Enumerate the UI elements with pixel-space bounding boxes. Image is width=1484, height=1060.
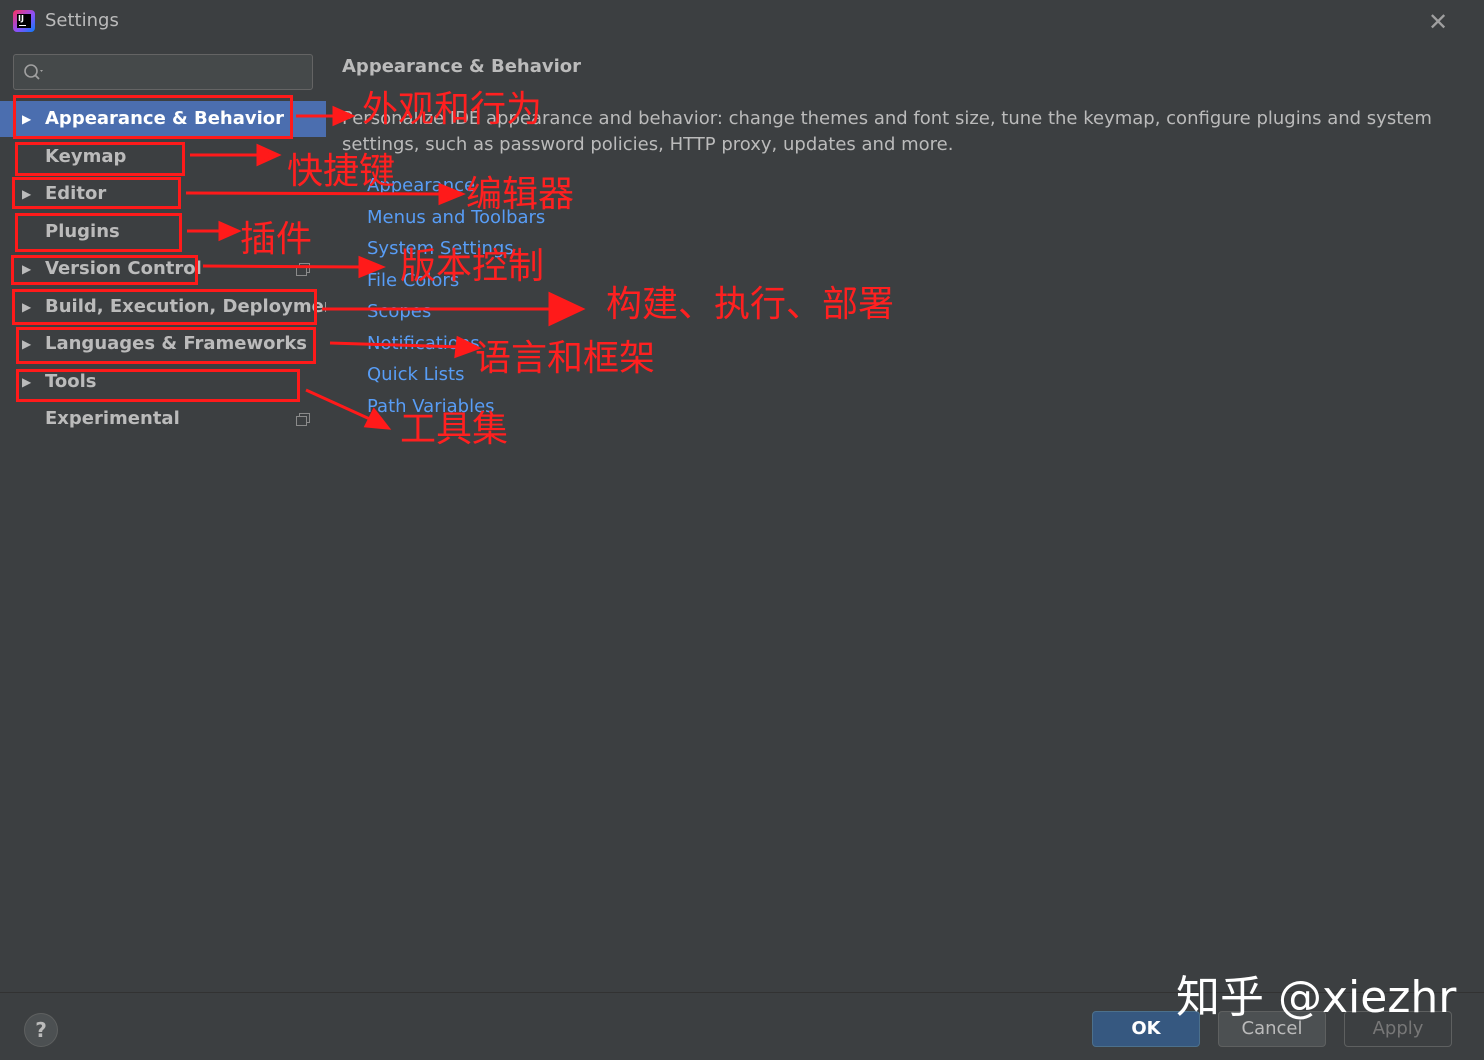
- sidebar-item-experimental[interactable]: Experimental: [0, 401, 326, 437]
- expand-arrow-icon[interactable]: ▶: [22, 176, 31, 212]
- link-file-colors[interactable]: File Colors: [367, 270, 459, 291]
- sidebar-item-languages-frameworks[interactable]: ▶ Languages & Frameworks: [0, 326, 326, 362]
- settings-sidebar: ▶ Appearance & Behavior Keymap ▶ Editor …: [0, 42, 345, 992]
- sidebar-item-label: Build, Execution, Deployment: [45, 296, 346, 317]
- sidebar-item-version-control[interactable]: ▶ Version Control: [0, 251, 326, 287]
- link-scopes[interactable]: Scopes: [367, 301, 431, 322]
- expand-arrow-icon[interactable]: ▶: [22, 326, 31, 362]
- expand-arrow-icon[interactable]: ▶: [22, 251, 31, 287]
- sidebar-item-label: Version Control: [45, 258, 202, 279]
- link-path-variables[interactable]: Path Variables: [367, 396, 495, 417]
- app-icon-text: IJ: [18, 14, 24, 23]
- sidebar-item-label: Languages & Frameworks: [45, 333, 308, 354]
- sidebar-item-editor[interactable]: ▶ Editor: [0, 176, 326, 212]
- page-description: Personalize IDE appearance and behavior:…: [342, 108, 1432, 155]
- ok-button[interactable]: OK: [1092, 1011, 1200, 1047]
- sidebar-item-label: Tools: [45, 371, 97, 392]
- link-quick-lists[interactable]: Quick Lists: [367, 364, 464, 385]
- settings-search-input[interactable]: [54, 59, 304, 85]
- project-level-icon: [296, 263, 310, 276]
- sidebar-item-label: Editor: [45, 183, 107, 204]
- link-menus-and-toolbars[interactable]: Menus and Toolbars: [367, 207, 545, 228]
- apply-button[interactable]: Apply: [1344, 1011, 1452, 1047]
- close-icon[interactable]: ✕: [1424, 8, 1452, 36]
- project-level-icon: [296, 413, 310, 426]
- page-title: Appearance & Behavior: [342, 56, 582, 77]
- intellij-app-icon: IJ: [13, 10, 35, 32]
- search-icon[interactable]: [22, 61, 46, 83]
- settings-search-box[interactable]: [13, 54, 313, 90]
- sidebar-item-appearance-behavior[interactable]: ▶ Appearance & Behavior: [0, 101, 326, 137]
- expand-arrow-icon[interactable]: ▶: [22, 289, 31, 325]
- sidebar-item-label: Experimental: [45, 408, 180, 429]
- link-notifications[interactable]: Notifications: [367, 333, 480, 354]
- expand-arrow-icon[interactable]: ▶: [22, 101, 31, 137]
- expand-arrow-icon[interactable]: ▶: [22, 364, 31, 400]
- link-system-settings[interactable]: System Settings: [367, 238, 514, 259]
- sidebar-item-plugins[interactable]: Plugins: [0, 214, 326, 250]
- settings-content-panel: Appearance & Behavior Personalize IDE ap…: [326, 42, 1484, 992]
- title-bar: IJ Settings ✕: [0, 0, 1484, 42]
- sidebar-item-label: Keymap: [45, 146, 127, 167]
- link-appearance[interactable]: Appearance: [367, 175, 475, 196]
- dialog-footer: ? OK Cancel Apply: [0, 992, 1484, 1060]
- sidebar-item-build-execution-deployment[interactable]: ▶ Build, Execution, Deployment: [0, 289, 345, 325]
- sidebar-item-label: Appearance & Behavior: [45, 108, 285, 129]
- window-title: Settings: [45, 10, 119, 31]
- sidebar-item-tools[interactable]: ▶ Tools: [0, 364, 326, 400]
- help-button[interactable]: ?: [24, 1013, 58, 1047]
- sidebar-item-keymap[interactable]: Keymap: [0, 139, 326, 175]
- sidebar-item-label: Plugins: [45, 221, 120, 242]
- cancel-button[interactable]: Cancel: [1218, 1011, 1326, 1047]
